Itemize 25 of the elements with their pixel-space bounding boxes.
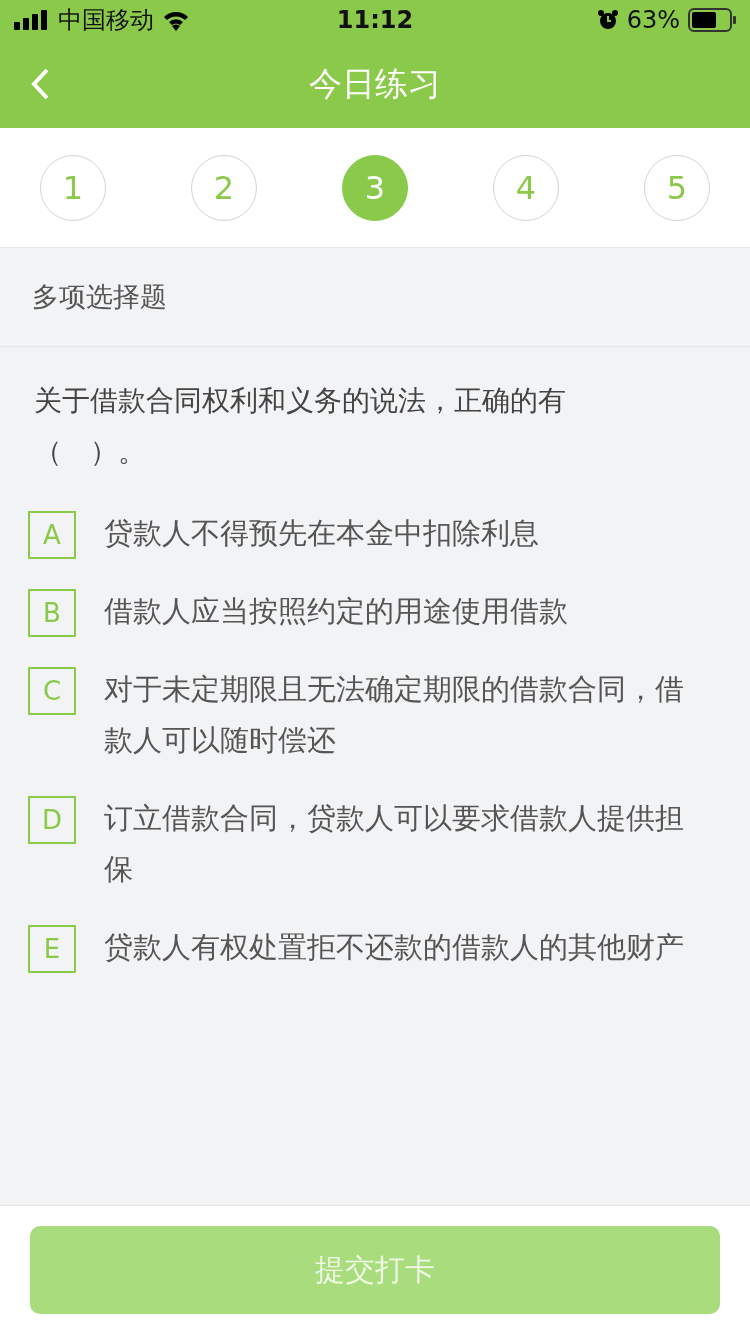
option-letter[interactable]: C	[28, 667, 76, 715]
question-type: 多项选择题	[0, 248, 750, 347]
page-title: 今日练习	[308, 62, 442, 105]
question-number-tab[interactable]: 3	[342, 154, 408, 221]
question-number-tab[interactable]: 2	[191, 154, 257, 221]
carrier-name: 中国移动	[58, 5, 154, 36]
alarm-icon	[596, 9, 619, 31]
battery-percent: 63%	[626, 6, 680, 34]
signal-icon	[14, 10, 50, 30]
option-text[interactable]: 对于未定期限且无法确定期限的借款合同，借款人可以随时偿还	[104, 664, 710, 766]
wifi-icon	[162, 9, 190, 31]
option-text[interactable]: 贷款人有权处置拒不还款的借款人的其他财产	[104, 922, 684, 973]
option-letter[interactable]: B	[28, 589, 76, 637]
option-letter[interactable]: E	[28, 925, 76, 973]
question-number-tab[interactable]: 5	[644, 154, 710, 221]
question-text: 关于借款合同权利和义务的说法，正确的有（ ）。	[33, 383, 567, 470]
question-number-tab[interactable]: 1	[40, 154, 106, 221]
battery-icon	[688, 8, 736, 32]
option-text[interactable]: 订立借款合同，贷款人可以要求借款人提供担保	[104, 793, 710, 895]
option-text[interactable]: 借款人应当按照约定的用途使用借款	[104, 586, 568, 637]
question-number-tab[interactable]: 4	[493, 154, 559, 221]
option-letter[interactable]: A	[28, 511, 76, 559]
option-letter[interactable]: D	[28, 796, 76, 844]
option-text[interactable]: 贷款人不得预先在本金中扣除利息	[104, 508, 539, 559]
clock-time: 11:12	[336, 6, 414, 34]
